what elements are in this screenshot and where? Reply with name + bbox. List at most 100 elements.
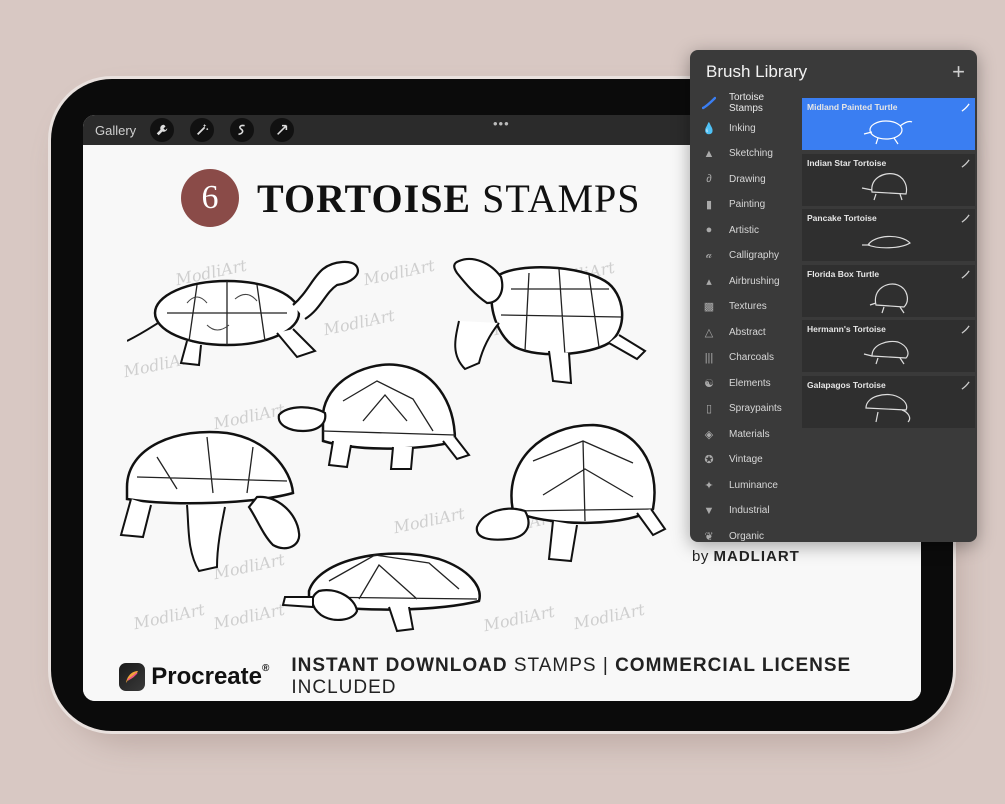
brush-library-panel: Brush Library + Tortoise Stamps 💧 Inking… xyxy=(690,50,977,542)
brush-edit-icon xyxy=(961,214,970,223)
pencil-icon: ▲ xyxy=(703,147,715,160)
brush-edit-icon xyxy=(961,103,970,112)
florida-box-turtle-illustration xyxy=(475,423,667,563)
set-item-industrial[interactable]: ▼ Industrial xyxy=(690,498,800,524)
set-item-luminance[interactable]: ✦ Luminance xyxy=(690,473,800,499)
set-item-textures[interactable]: ▩ Textures xyxy=(690,294,800,320)
set-label: Sketching xyxy=(729,148,773,160)
promo-instant-download: INSTANT DOWNLOAD xyxy=(291,655,508,676)
watermark: ModliArt xyxy=(391,503,467,538)
set-label: Materials xyxy=(729,428,770,440)
set-label: Organic xyxy=(729,530,765,542)
promo-footer: Procreate® INSTANT DOWNLOAD STAMPS | COM… xyxy=(119,655,921,699)
paint-brush-icon: ▮ xyxy=(705,199,713,212)
brush-stroke-icon xyxy=(702,96,716,110)
set-item-tortoise-stamps[interactable]: Tortoise Stamps xyxy=(690,90,800,116)
set-label: Charcoals xyxy=(729,352,775,364)
promo-commercial-license: COMMERCIAL LICENSE xyxy=(615,655,852,676)
calligraphy-icon: 𝒶 xyxy=(705,249,713,262)
set-label: Textures xyxy=(729,301,767,313)
set-item-spraypaints[interactable]: ▯ Spraypaints xyxy=(690,396,800,422)
set-item-elements[interactable]: ☯ Elements xyxy=(690,371,800,397)
set-label: Spraypaints xyxy=(729,403,782,415)
brush-name: Hermann's Tortoise xyxy=(807,324,886,334)
page-title: TORTOISE STAMPS xyxy=(257,175,641,222)
set-item-organic[interactable]: ❦ Organic xyxy=(690,524,800,542)
brush-name: Midland Painted Turtle xyxy=(807,102,898,112)
title-word-tortoise: TORTOISE xyxy=(257,175,472,221)
transform-arrow-icon[interactable] xyxy=(270,118,295,142)
set-item-calligraphy[interactable]: 𝒶 Calligraphy xyxy=(690,243,800,269)
watermark: ModliArt xyxy=(131,599,207,634)
brush-edit-icon xyxy=(961,159,970,168)
brush-preview-tortoise-icon xyxy=(862,235,911,249)
set-label: Vintage xyxy=(729,454,763,466)
byline-prefix: by xyxy=(692,548,709,565)
star-badge-icon: ✪ xyxy=(704,454,714,467)
watermark: ModliArt xyxy=(211,599,287,634)
set-item-materials[interactable]: ◈ Materials xyxy=(690,422,800,448)
brush-item-indian-star-tortoise[interactable]: Indian Star Tortoise xyxy=(802,153,975,206)
procreate-wordmark: Procreate® xyxy=(151,663,269,691)
set-item-artistic[interactable]: ● Artistic xyxy=(690,218,800,244)
brush-set-list: Tortoise Stamps 💧 Inking ▲ Sketching ∂ D… xyxy=(690,90,800,542)
brush-library-title: Brush Library xyxy=(706,62,808,81)
brush-edit-icon xyxy=(961,381,970,390)
set-item-sketching[interactable]: ▲ Sketching xyxy=(690,141,800,167)
promo-included: INCLUDED xyxy=(291,677,397,698)
selection-icon[interactable] xyxy=(230,118,255,142)
brush-item-florida-box-turtle[interactable]: Florida Box Turtle xyxy=(802,264,975,317)
anvil-icon: ▼ xyxy=(703,504,715,517)
set-item-abstract[interactable]: △ Abstract xyxy=(690,320,800,346)
brush-preview-turtle-icon xyxy=(869,282,908,313)
set-item-inking[interactable]: 💧 Inking xyxy=(690,116,800,142)
set-item-charcoals[interactable]: ||| Charcoals xyxy=(690,345,800,371)
promo-text: INSTANT DOWNLOAD STAMPS | COMMERCIAL LIC… xyxy=(291,655,921,699)
ink-drop-icon: 💧 xyxy=(702,122,716,135)
brush-item-pancake-tortoise[interactable]: Pancake Tortoise xyxy=(802,209,975,261)
brush-name: Pancake Tortoise xyxy=(807,213,877,223)
brush-name: Indian Star Tortoise xyxy=(807,157,887,168)
set-label: Airbrushing xyxy=(729,275,780,287)
brush-item-galapagos-tortoise[interactable]: Galapagos Tortoise xyxy=(802,375,975,428)
leaf-icon: ❦ xyxy=(704,530,714,542)
watermark: ModliArt xyxy=(481,601,557,636)
brush-library-header: Brush Library + xyxy=(690,50,977,94)
brush-item-hermanns-tortoise[interactable]: Hermann's Tortoise xyxy=(802,320,975,372)
set-label: Painting xyxy=(729,199,766,211)
magic-wand-icon[interactable] xyxy=(190,118,215,142)
gallery-button[interactable]: Gallery xyxy=(95,123,136,138)
set-item-drawing[interactable]: ∂ Drawing xyxy=(690,167,800,193)
set-label: Inking xyxy=(729,122,756,134)
set-label: Industrial xyxy=(729,505,770,517)
set-item-airbrushing[interactable]: ▴ Airbrushing xyxy=(690,269,800,295)
spray-can-icon: ▯ xyxy=(705,403,713,416)
wrench-icon[interactable] xyxy=(150,118,175,142)
set-item-vintage[interactable]: ✪ Vintage xyxy=(690,447,800,473)
painted-turtle-illustration xyxy=(127,260,359,367)
brush-name: Florida Box Turtle xyxy=(807,268,880,279)
title-row: 6 TORTOISE STAMPS xyxy=(181,169,641,227)
byline-brand: MADLIART xyxy=(713,548,800,565)
set-label: Artistic xyxy=(729,224,759,236)
swirl-icon: ∂ xyxy=(706,173,712,186)
brush-item-midland-painted-turtle[interactable]: Midland Painted Turtle xyxy=(802,98,975,150)
set-label: Tortoise Stamps xyxy=(729,91,765,114)
more-options-icon[interactable]: ••• xyxy=(493,116,510,131)
plus-icon[interactable]: + xyxy=(952,59,965,85)
brush-edit-icon xyxy=(961,270,970,279)
texture-icon: ▩ xyxy=(703,301,715,314)
pancake-tortoise-illustration xyxy=(281,552,481,633)
promo-separator: | xyxy=(602,655,609,676)
charcoal-icon: ||| xyxy=(704,351,714,364)
set-label: Calligraphy xyxy=(729,250,780,262)
registered-mark: ® xyxy=(262,663,270,674)
airbrush-icon: ▴ xyxy=(706,275,712,288)
watermark: ModliArt xyxy=(361,255,437,290)
brush-edit-icon xyxy=(961,325,970,334)
brush-name: Galapagos Tortoise xyxy=(807,379,886,390)
title-word-stamps: STAMPS xyxy=(482,175,641,221)
brush-list: Midland Painted Turtle Indian Star Torto… xyxy=(802,98,975,431)
set-item-painting[interactable]: ▮ Painting xyxy=(690,192,800,218)
count-badge: 6 xyxy=(181,169,239,227)
